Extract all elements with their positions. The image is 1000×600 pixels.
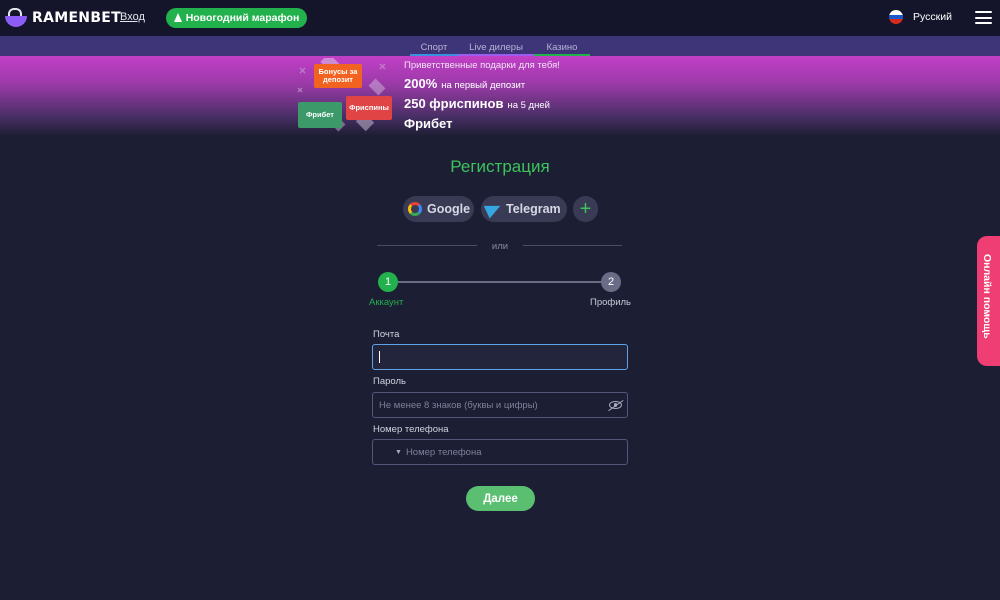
step-2-indicator: 2 <box>601 272 621 292</box>
ramen-bowl-icon <box>4 8 28 28</box>
bonus-illustration: Бонусы за депозит Фрибет Фриспины <box>296 58 396 136</box>
password-field[interactable]: Не менее 8 знаков (буквы и цифры) <box>372 392 628 418</box>
online-help-label: Онлайн помощь <box>981 254 993 339</box>
text-caret <box>379 351 380 363</box>
section-nav: Спорт Live дилеры Казино <box>0 36 1000 56</box>
telegram-label: Telegram <box>506 202 561 216</box>
google-icon <box>408 202 422 216</box>
promo-offer-freespins: 250 фриспинов на 5 дней <box>404 96 560 111</box>
bonus-tile-deposit: Бонусы за депозит <box>314 64 362 88</box>
password-label: Пароль <box>373 376 406 387</box>
hamburger-menu-icon[interactable] <box>975 11 992 24</box>
phone-label: Номер телефона <box>373 424 449 435</box>
email-label: Почта <box>373 329 400 340</box>
promo-offer-freespins-sub: на 5 дней <box>507 100 550 111</box>
promo-offer-deposit: 200% на первый депозит <box>404 76 560 91</box>
password-placeholder: Не менее 8 знаков (буквы и цифры) <box>379 399 538 411</box>
google-label: Google <box>427 202 471 216</box>
tab-casino-label: Казино <box>546 42 578 53</box>
tab-sport-label: Спорт <box>420 42 448 53</box>
phone-placeholder: Номер телефона <box>405 446 482 458</box>
new-year-marathon-button[interactable]: Новогодний марафон <box>166 8 307 28</box>
email-field[interactable] <box>372 344 628 370</box>
promo-offer-freespins-main: 250 фриспинов <box>404 96 504 111</box>
tab-casino[interactable]: Казино <box>534 42 590 56</box>
plus-icon: + <box>579 198 592 220</box>
promo-offer-deposit-sub: на первый депозит <box>441 80 526 91</box>
brand-name: RAMENBET <box>32 10 122 26</box>
promo-text: Приветственные подарки для тебя! 200% на … <box>404 60 560 131</box>
top-header: RAMENBET Вход Новогодний марафон Русский <box>0 0 1000 36</box>
step-1-indicator: 1 <box>378 272 398 292</box>
step-1-label: Аккаунт <box>369 297 404 308</box>
tab-live-dealers[interactable]: Live дилеры <box>458 42 534 56</box>
tab-live-dealers-label: Live дилеры <box>469 42 523 53</box>
promo-offer-freebet: Фрибет <box>404 116 560 131</box>
language-label: Русский <box>913 11 952 23</box>
bonus-tile-freebet: Фрибет <box>298 102 342 128</box>
promo-offer-deposit-main: 200% <box>404 76 438 91</box>
russia-flag-icon <box>889 10 903 24</box>
or-separator: или <box>491 241 509 252</box>
next-button[interactable]: Далее <box>466 486 535 511</box>
page-title: Регистрация <box>450 157 550 176</box>
telegram-icon <box>483 199 504 219</box>
promo-welcome: Приветственные подарки для тебя! <box>404 60 560 71</box>
phone-field[interactable]: ▼ Номер телефона <box>372 439 628 465</box>
more-login-options-button[interactable]: + <box>573 196 598 222</box>
login-link[interactable]: Вход <box>120 11 145 23</box>
online-help-tab[interactable]: Онлайн помощь <box>977 236 1000 366</box>
telegram-login-button[interactable]: Telegram <box>481 196 567 222</box>
new-year-marathon-label: Новогодний марафон <box>185 12 300 24</box>
divider-left <box>377 245 477 246</box>
tab-sport[interactable]: Спорт <box>410 42 458 56</box>
tree-icon <box>173 12 182 22</box>
google-login-button[interactable]: Google <box>403 196 474 222</box>
bonus-tile-freespins: Фриспины <box>346 96 392 120</box>
divider-right <box>523 245 622 246</box>
ramenbet-logo[interactable]: RAMENBET <box>4 8 121 28</box>
promo-offer-freebet-main: Фрибет <box>404 116 453 131</box>
country-code-dropdown-icon[interactable]: ▼ <box>395 449 402 456</box>
stepper-line <box>398 281 601 283</box>
language-selector[interactable]: Русский <box>889 10 952 24</box>
toggle-password-visibility-icon[interactable] <box>609 401 622 409</box>
step-2-label: Профиль <box>590 297 632 308</box>
